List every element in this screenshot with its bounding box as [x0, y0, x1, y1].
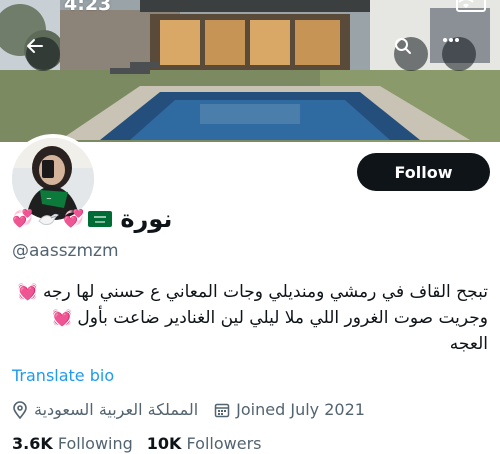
status-time: 4:23 [64, 0, 112, 15]
wifi-icon [458, 0, 474, 8]
search-button[interactable] [394, 37, 428, 71]
bio: تبجح القاف في رمشي ومنديلي وجات المعاني … [12, 279, 488, 357]
heart-emoji-icon: 💞 [63, 209, 85, 229]
dove-emoji-icon [38, 213, 60, 225]
profile-banner[interactable]: 4:23 [0, 0, 500, 142]
heart-emoji-icon: 💓 [17, 282, 38, 301]
profile-meta: المملكة العربية السعودية Joined July 202… [12, 400, 381, 419]
following-count: 3.6K [12, 434, 53, 453]
joined-item: Joined July 2021 [214, 400, 365, 419]
svg-text:~: ~ [46, 195, 52, 203]
followers-label: Followers [186, 434, 262, 453]
follow-counts: 3.6K Following 10K Followers [12, 434, 262, 453]
more-button[interactable] [442, 37, 476, 71]
calendar-icon [214, 403, 230, 417]
banner-image [0, 0, 500, 142]
location-item: المملكة العربية السعودية [12, 400, 198, 419]
following-link[interactable]: 3.6K Following [12, 434, 133, 453]
location-pin-icon [13, 400, 27, 419]
following-label: Following [57, 434, 133, 453]
joined-text: Joined July 2021 [236, 400, 365, 419]
more-icon [443, 38, 459, 42]
heart-emoji-icon: 💞 [12, 209, 34, 229]
translate-bio-link[interactable]: Translate bio [12, 366, 114, 385]
search-icon [395, 38, 411, 54]
saudi-flag-icon [88, 211, 113, 227]
back-button[interactable] [26, 37, 60, 71]
back-arrow-icon [27, 39, 43, 53]
location-text: المملكة العربية السعودية [34, 400, 199, 419]
follow-button[interactable]: Follow [357, 153, 490, 191]
status-icons [456, 0, 486, 12]
heart-emoji-icon: 💓 [52, 308, 72, 327]
bio-line-3: العجه [449, 334, 488, 354]
display-name-row: 💞 💞 نورة [12, 205, 172, 233]
bio-line-2: وجريت صوت الغرور اللي ملا ليلي لين الغنا… [52, 308, 488, 328]
user-handle: @aasszmzm [12, 241, 119, 261]
followers-link[interactable]: 10K Followers [147, 434, 262, 453]
bio-line-1: تبجح القاف في رمشي ومنديلي وجات المعاني … [17, 282, 488, 302]
display-name: نورة [120, 205, 173, 233]
followers-count: 10K [146, 434, 182, 453]
